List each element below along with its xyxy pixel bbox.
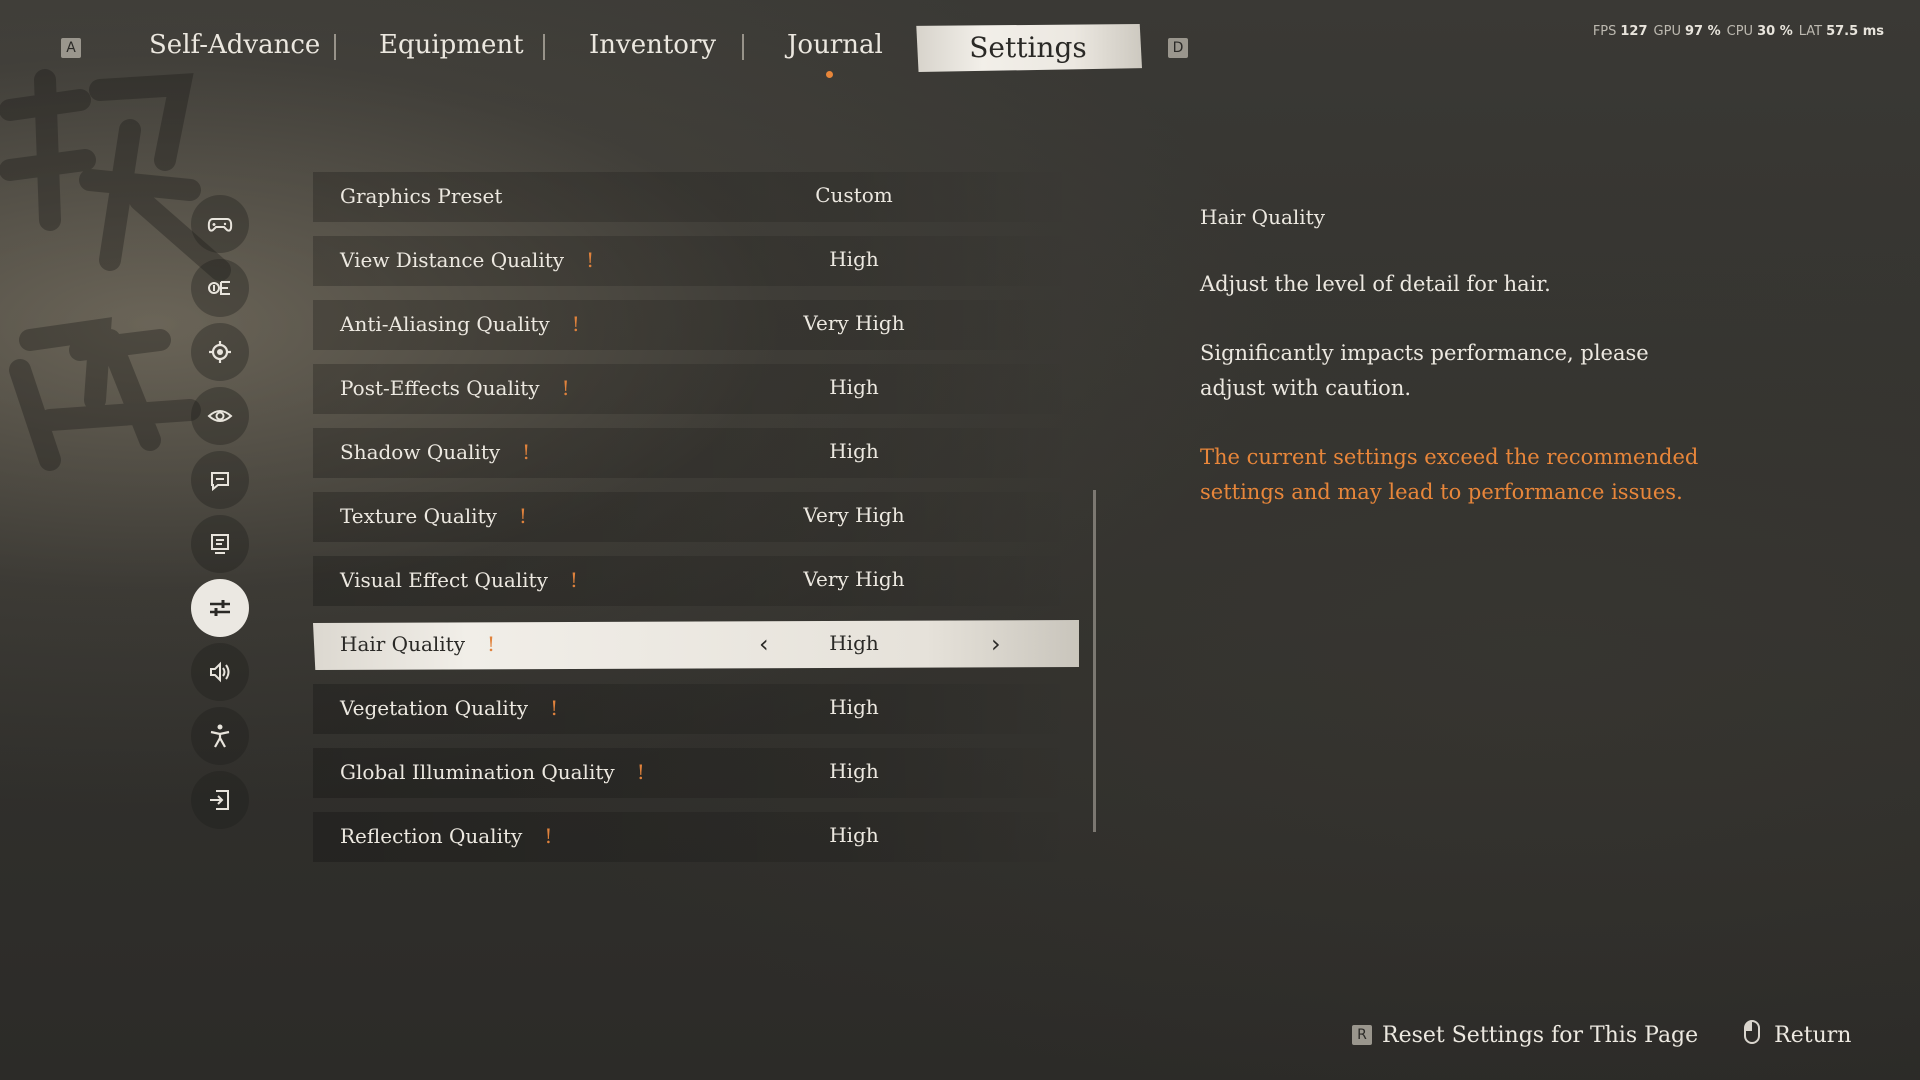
setting-vegetation-quality[interactable]: Vegetation Quality! High [313,684,1079,734]
setting-value: Custom [815,183,893,207]
cpu-label: CPU [1726,24,1754,39]
category-accessibility[interactable] [191,707,249,765]
setting-description-panel: Hair Quality Adjust the level of detail … [1200,205,1700,510]
setting-hair-quality[interactable]: Hair Quality! ‹ High › [313,620,1079,670]
description-title: Hair Quality [1200,205,1326,229]
tab-self-advance[interactable]: Self-Advance [149,30,320,60]
keybind-icon [208,281,230,295]
settings-category-sidebar [191,195,249,835]
next-tab-key[interactable]: D [1168,38,1188,58]
lat-value: 57.5 ms [1826,24,1884,39]
category-monitor[interactable] [191,515,249,573]
speaker-icon [210,661,230,683]
setting-label: Reflection Quality [340,824,523,848]
tab-inventory[interactable]: Inventory [589,30,716,60]
description-warning: The current settings exceed the recommen… [1200,445,1699,504]
setting-value: High [829,439,879,463]
chat-icon [211,472,229,492]
setting-shadow-quality[interactable]: Shadow Quality! High [313,428,1079,478]
footer-actions: R Reset Settings for This Page Return [1352,1018,1851,1048]
tab-separator [543,34,545,60]
setting-value: Very High [803,567,905,591]
setting-label: Visual Effect Quality [340,568,548,592]
prev-tab-key[interactable]: A [61,38,81,58]
graphics-settings-list: Graphics Preset Custom View Distance Qual… [313,172,1079,876]
description-performance-note: Significantly impacts performance, pleas… [1200,341,1649,400]
exit-icon [210,790,229,810]
setting-reflection-quality[interactable]: Reflection Quality! High [313,812,1079,862]
category-controls[interactable] [191,195,249,253]
mouse-icon [1744,1020,1761,1044]
setting-label: Post-Effects Quality [340,376,540,400]
setting-graphics-preset[interactable]: Graphics Preset Custom [313,172,1079,222]
category-exit[interactable] [191,771,249,829]
warning-icon: ! [586,248,595,272]
tab-separator [742,34,744,60]
journal-notification-dot [826,71,833,78]
setting-value: Very High [803,311,905,335]
monitor-icon [211,534,229,554]
performance-overlay: FPS 127 GPU 97 % CPU 30 % LAT 57.5 ms [1593,24,1890,39]
warning-icon: ! [518,504,527,528]
setting-value: Very High [803,503,905,527]
setting-label: Global Illumination Quality [340,760,615,784]
category-display[interactable] [191,387,249,445]
tab-settings-label: Settings [969,31,1087,64]
setting-label: Shadow Quality [340,440,501,464]
setting-label: Graphics Preset [340,184,503,208]
category-graphics[interactable] [191,579,249,637]
setting-value: High [829,375,879,399]
setting-anti-aliasing-quality[interactable]: Anti-Aliasing Quality! Very High [313,300,1079,350]
setting-label: Vegetation Quality [340,696,529,720]
category-general[interactable] [191,323,249,381]
gamepad-icon [207,218,233,232]
category-interface[interactable] [191,451,249,509]
return-button[interactable]: Return [1774,1023,1851,1048]
setting-global-illumination-quality[interactable]: Global Illumination Quality! High [313,748,1079,798]
fps-value: 127 [1620,24,1648,39]
setting-value: High [829,695,879,719]
setting-texture-quality[interactable]: Texture Quality! Very High [313,492,1079,542]
setting-label: Anti-Aliasing Quality [340,312,550,336]
setting-value: High [829,823,879,847]
setting-value: High [829,759,879,783]
warning-icon: ! [571,312,580,336]
setting-label: View Distance Quality [340,248,565,272]
warning-icon: ! [487,632,496,656]
warning-icon: ! [544,824,553,848]
tab-equipment[interactable]: Equipment [379,30,524,60]
reset-settings-button[interactable]: Reset Settings for This Page [1382,1023,1698,1048]
warning-icon: ! [561,376,570,400]
description-text: Adjust the level of detail for hair. [1200,272,1551,296]
increase-arrow[interactable]: › [991,630,1001,658]
gpu-label: GPU [1653,24,1681,39]
eye-icon [207,410,233,422]
tab-separator [334,34,336,60]
cpu-value: 30 % [1757,24,1793,39]
setting-label: Hair Quality [340,632,466,656]
category-audio[interactable] [191,643,249,701]
accessibility-icon [210,724,230,748]
warning-icon: ! [569,568,578,592]
settings-scrollbar[interactable] [1093,490,1096,832]
sliders-icon [210,600,230,616]
warning-icon: ! [522,440,531,464]
reset-key-icon: R [1352,1025,1372,1045]
lat-label: LAT [1798,24,1823,39]
warning-icon: ! [636,760,645,784]
fps-label: FPS [1592,24,1617,39]
warning-icon: ! [550,696,559,720]
setting-view-distance-quality[interactable]: View Distance Quality! High [313,236,1079,286]
gear-icon [209,341,231,363]
setting-post-effects-quality[interactable]: Post-Effects Quality! High [313,364,1079,414]
setting-value: High [829,247,879,271]
tab-settings[interactable]: Settings [916,24,1142,72]
setting-visual-effect-quality[interactable]: Visual Effect Quality! Very High [313,556,1079,606]
category-keybinds[interactable] [191,259,249,317]
tab-journal[interactable]: Journal [787,30,883,60]
setting-label: Texture Quality [340,504,497,528]
gpu-value: 97 % [1684,24,1721,39]
setting-value: High [829,631,879,655]
